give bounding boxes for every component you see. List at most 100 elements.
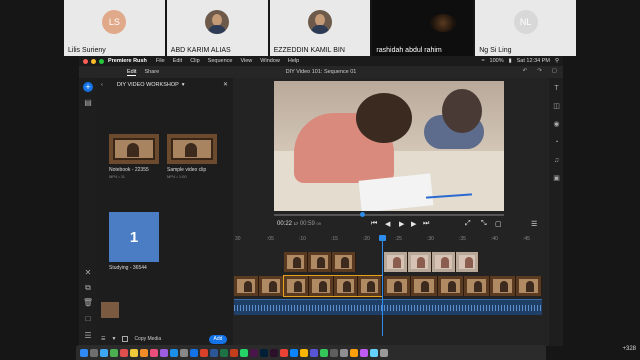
- add-button[interactable]: Add: [209, 335, 227, 344]
- media-library-icon[interactable]: ▤: [82, 98, 94, 108]
- trim-icon[interactable]: ⤢: [465, 220, 471, 228]
- go-to-end-icon[interactable]: ⏭: [423, 220, 429, 228]
- duplicate-icon[interactable]: ⧉: [82, 283, 94, 293]
- minimize-window-button[interactable]: [91, 58, 96, 64]
- video-track-1-clip[interactable]: [234, 276, 284, 296]
- clip-thumbnail[interactable]: [109, 134, 159, 164]
- zoom-window-button[interactable]: [99, 58, 104, 64]
- vlc-icon[interactable]: [350, 348, 358, 357]
- menu-clip[interactable]: Clip: [190, 58, 199, 64]
- messages-icon[interactable]: [110, 348, 118, 357]
- preview-icon[interactable]: [340, 348, 348, 357]
- redo-icon[interactable]: ↷: [537, 68, 542, 74]
- whatsapp-icon[interactable]: [240, 348, 248, 357]
- copy-media-checkbox[interactable]: [122, 336, 129, 342]
- menu-view[interactable]: View: [240, 58, 252, 64]
- menu-file[interactable]: File: [156, 58, 165, 64]
- media-clip[interactable]: Sample video clip MP4 • 1:00: [167, 134, 217, 179]
- podcasts-icon[interactable]: [160, 348, 168, 357]
- telegram-icon[interactable]: [370, 348, 378, 357]
- launchpad-icon[interactable]: [90, 348, 98, 357]
- titles-icon[interactable]: T: [552, 84, 561, 93]
- playhead[interactable]: [382, 236, 383, 336]
- go-to-start-icon[interactable]: ⏮: [371, 220, 377, 228]
- participant-tile[interactable]: ABD KARIM ALIAS: [166, 0, 268, 56]
- photos-icon[interactable]: [140, 348, 148, 357]
- fit-icon[interactable]: ⤡: [481, 220, 487, 228]
- timeline-ruler[interactable]: 30 :05 :10 :15 :20 :25 :30 :35 :40 :45: [233, 236, 543, 246]
- settings-icon[interactable]: [180, 348, 188, 357]
- add-media-icon[interactable]: +: [83, 82, 93, 92]
- speed-icon[interactable]: ◔: [552, 138, 561, 147]
- premiere-rush-icon[interactable]: [270, 348, 278, 357]
- finder-icon[interactable]: [80, 348, 88, 357]
- notes-icon[interactable]: [130, 348, 138, 357]
- lock-icon[interactable]: □: [82, 314, 94, 324]
- more-participants-count[interactable]: +328: [622, 346, 636, 352]
- fullscreen-icon[interactable]: ▢: [552, 68, 557, 74]
- slack-icon[interactable]: [250, 348, 258, 357]
- play-icon[interactable]: ▶: [399, 220, 404, 228]
- scrubber-handle[interactable]: [360, 212, 365, 217]
- menu-edit[interactable]: Edit: [173, 58, 182, 64]
- acrobat-icon[interactable]: [280, 348, 288, 357]
- powerpoint-icon[interactable]: [230, 348, 238, 357]
- chevron-down-icon[interactable]: ▾: [182, 82, 185, 88]
- audio-icon[interactable]: ♫: [552, 156, 561, 165]
- video-track-2-clip[interactable]: [384, 252, 479, 272]
- filter-icon[interactable]: ▼: [111, 336, 116, 342]
- participant-tile[interactable]: LS Lilis Surieny: [64, 0, 165, 56]
- menu-icon[interactable]: ☰: [82, 331, 94, 341]
- back-icon[interactable]: ‹: [101, 82, 103, 88]
- mail-icon[interactable]: [290, 348, 298, 357]
- participant-tile[interactable]: rashidah abdul rahim: [372, 0, 474, 56]
- word-icon[interactable]: [210, 348, 218, 357]
- viewer-scrubber[interactable]: [274, 212, 504, 217]
- wifi-icon[interactable]: ≈: [482, 58, 485, 64]
- tab-share[interactable]: Share: [144, 69, 159, 75]
- pages-icon[interactable]: [300, 348, 308, 357]
- playhead-handle[interactable]: [379, 235, 386, 241]
- excel-icon[interactable]: [220, 348, 228, 357]
- clip-thumbnail[interactable]: 1: [109, 212, 159, 262]
- step-forward-icon[interactable]: ▶: [411, 220, 416, 228]
- terminal-icon[interactable]: [330, 348, 338, 357]
- menu-sequence[interactable]: Sequence: [208, 58, 233, 64]
- safari-icon[interactable]: [100, 348, 108, 357]
- menu-window[interactable]: Window: [260, 58, 280, 64]
- close-icon[interactable]: ✕: [223, 81, 228, 88]
- teams-icon[interactable]: [360, 348, 368, 357]
- undo-icon[interactable]: ↶: [523, 68, 528, 74]
- split-icon[interactable]: ✕: [82, 268, 94, 278]
- facetime-icon[interactable]: [320, 348, 328, 357]
- clock[interactable]: Sat 12:34 PM: [517, 58, 550, 64]
- photoshop-icon[interactable]: [260, 348, 268, 357]
- video-track-1-clip[interactable]: [384, 276, 542, 296]
- keynote-icon[interactable]: [310, 348, 318, 357]
- search-icon[interactable]: ⚲: [555, 58, 559, 64]
- participant-tile[interactable]: NL Ng Si Ling: [475, 0, 576, 56]
- media-clip[interactable]: Notebook - 22355 MP4 • 11: [109, 134, 159, 179]
- music-icon[interactable]: [150, 348, 158, 357]
- media-clip[interactable]: 1 Studying - 36544: [109, 212, 159, 271]
- app-menu[interactable]: Premiere Rush: [108, 58, 147, 64]
- close-window-button[interactable]: [83, 58, 88, 64]
- audio-track[interactable]: [234, 299, 542, 315]
- calendar-icon[interactable]: [120, 348, 128, 357]
- zoom-icon[interactable]: [190, 348, 198, 357]
- transform-icon[interactable]: ▣: [552, 174, 561, 183]
- color-icon[interactable]: ◉: [552, 120, 561, 129]
- chrome-icon[interactable]: [200, 348, 208, 357]
- delete-icon[interactable]: 🗑: [82, 298, 94, 308]
- timeline-menu-icon[interactable]: ☰: [531, 220, 537, 228]
- tab-edit[interactable]: Edit: [127, 69, 137, 76]
- app-store-icon[interactable]: [170, 348, 178, 357]
- participant-tile[interactable]: EZZEDDIN KAMIL BIN: [269, 0, 371, 56]
- program-monitor[interactable]: [274, 81, 504, 211]
- folder-name[interactable]: DIY VIDEO WORKSHOP: [117, 82, 179, 88]
- list-view-icon[interactable]: ☰: [101, 336, 105, 342]
- selected-clip-thumbnail[interactable]: [101, 302, 119, 318]
- video-track-2-clip[interactable]: [284, 252, 356, 272]
- clip-thumbnail[interactable]: [167, 134, 217, 164]
- step-back-icon[interactable]: ◀: [385, 220, 390, 228]
